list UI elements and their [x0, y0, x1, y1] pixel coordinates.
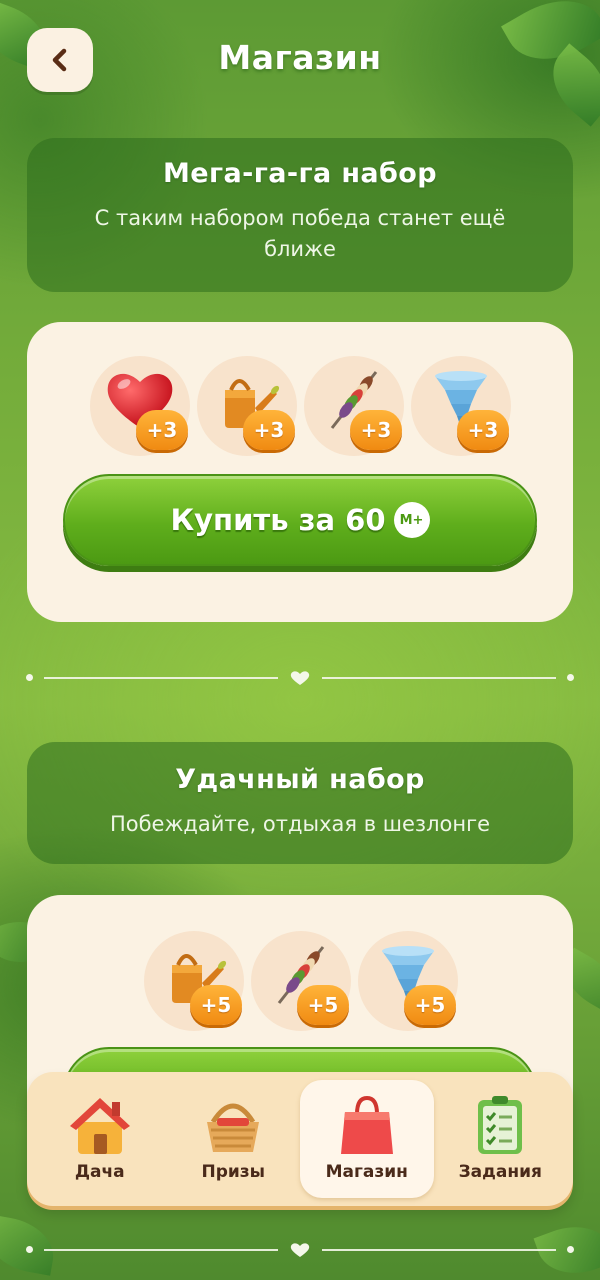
- nav-label: Дача: [74, 1162, 125, 1182]
- bottom-nav: Дача Призы Магазин Задания: [27, 1072, 573, 1206]
- item-count-badge: +3: [136, 410, 188, 450]
- nav-item-dacha[interactable]: Дача: [33, 1080, 167, 1198]
- house-icon: [69, 1098, 130, 1154]
- bundle-item: +3: [90, 356, 190, 456]
- section-divider: [26, 670, 574, 686]
- item-count-badge: +5: [404, 985, 456, 1025]
- bundle-item: +3: [411, 356, 511, 456]
- item-count-badge: +5: [297, 985, 349, 1025]
- bundle-1-description: С таким набором победа станет ещё ближе: [94, 206, 506, 261]
- heart-divider-icon: [290, 671, 310, 685]
- bundle-item: +5: [251, 931, 351, 1031]
- bundle-1-title: Мега-га-га набор: [163, 158, 437, 189]
- currency-icon: М+: [393, 502, 430, 538]
- bundle-item: +5: [358, 931, 458, 1031]
- nav-item-tasks[interactable]: Задания: [434, 1080, 568, 1198]
- item-count-badge: +3: [350, 410, 402, 450]
- buy-button[interactable]: Купить за 60 М+: [63, 474, 537, 566]
- section-divider: [26, 1242, 574, 1258]
- nav-label: Магазин: [325, 1162, 408, 1182]
- bundle-item: +3: [304, 356, 404, 456]
- nav-item-prizes[interactable]: Призы: [167, 1080, 301, 1198]
- shopping-bag-icon: [340, 1095, 393, 1154]
- nav-label: Призы: [201, 1162, 266, 1182]
- nav-label: Задания: [458, 1162, 542, 1182]
- bundle-1-header: Мега-га-га набор С таким набором победа …: [27, 138, 573, 292]
- bundle-2-title: Удачный набор: [175, 764, 425, 795]
- item-count-badge: +5: [190, 985, 242, 1025]
- bundle-1-card: +3 +3 +3 +3 Купить за 60 М+: [27, 322, 573, 622]
- nav-item-shop[interactable]: Магазин: [300, 1080, 434, 1198]
- item-count-badge: +3: [243, 410, 295, 450]
- checklist-icon: [478, 1096, 523, 1154]
- bundle-2-header: Удачный набор Побеждайте, отдыхая в шезл…: [27, 742, 573, 864]
- basket-icon: [207, 1103, 260, 1152]
- buy-button-label: Купить за 60: [170, 503, 386, 537]
- page-title: Магазин: [218, 38, 382, 77]
- bundle-item: +3: [197, 356, 297, 456]
- item-count-badge: +3: [457, 410, 509, 450]
- bundle-item: +5: [144, 931, 244, 1031]
- bundle-2-description: Побеждайте, отдыхая в шезлонге: [109, 812, 491, 836]
- heart-divider-icon: [290, 1243, 310, 1257]
